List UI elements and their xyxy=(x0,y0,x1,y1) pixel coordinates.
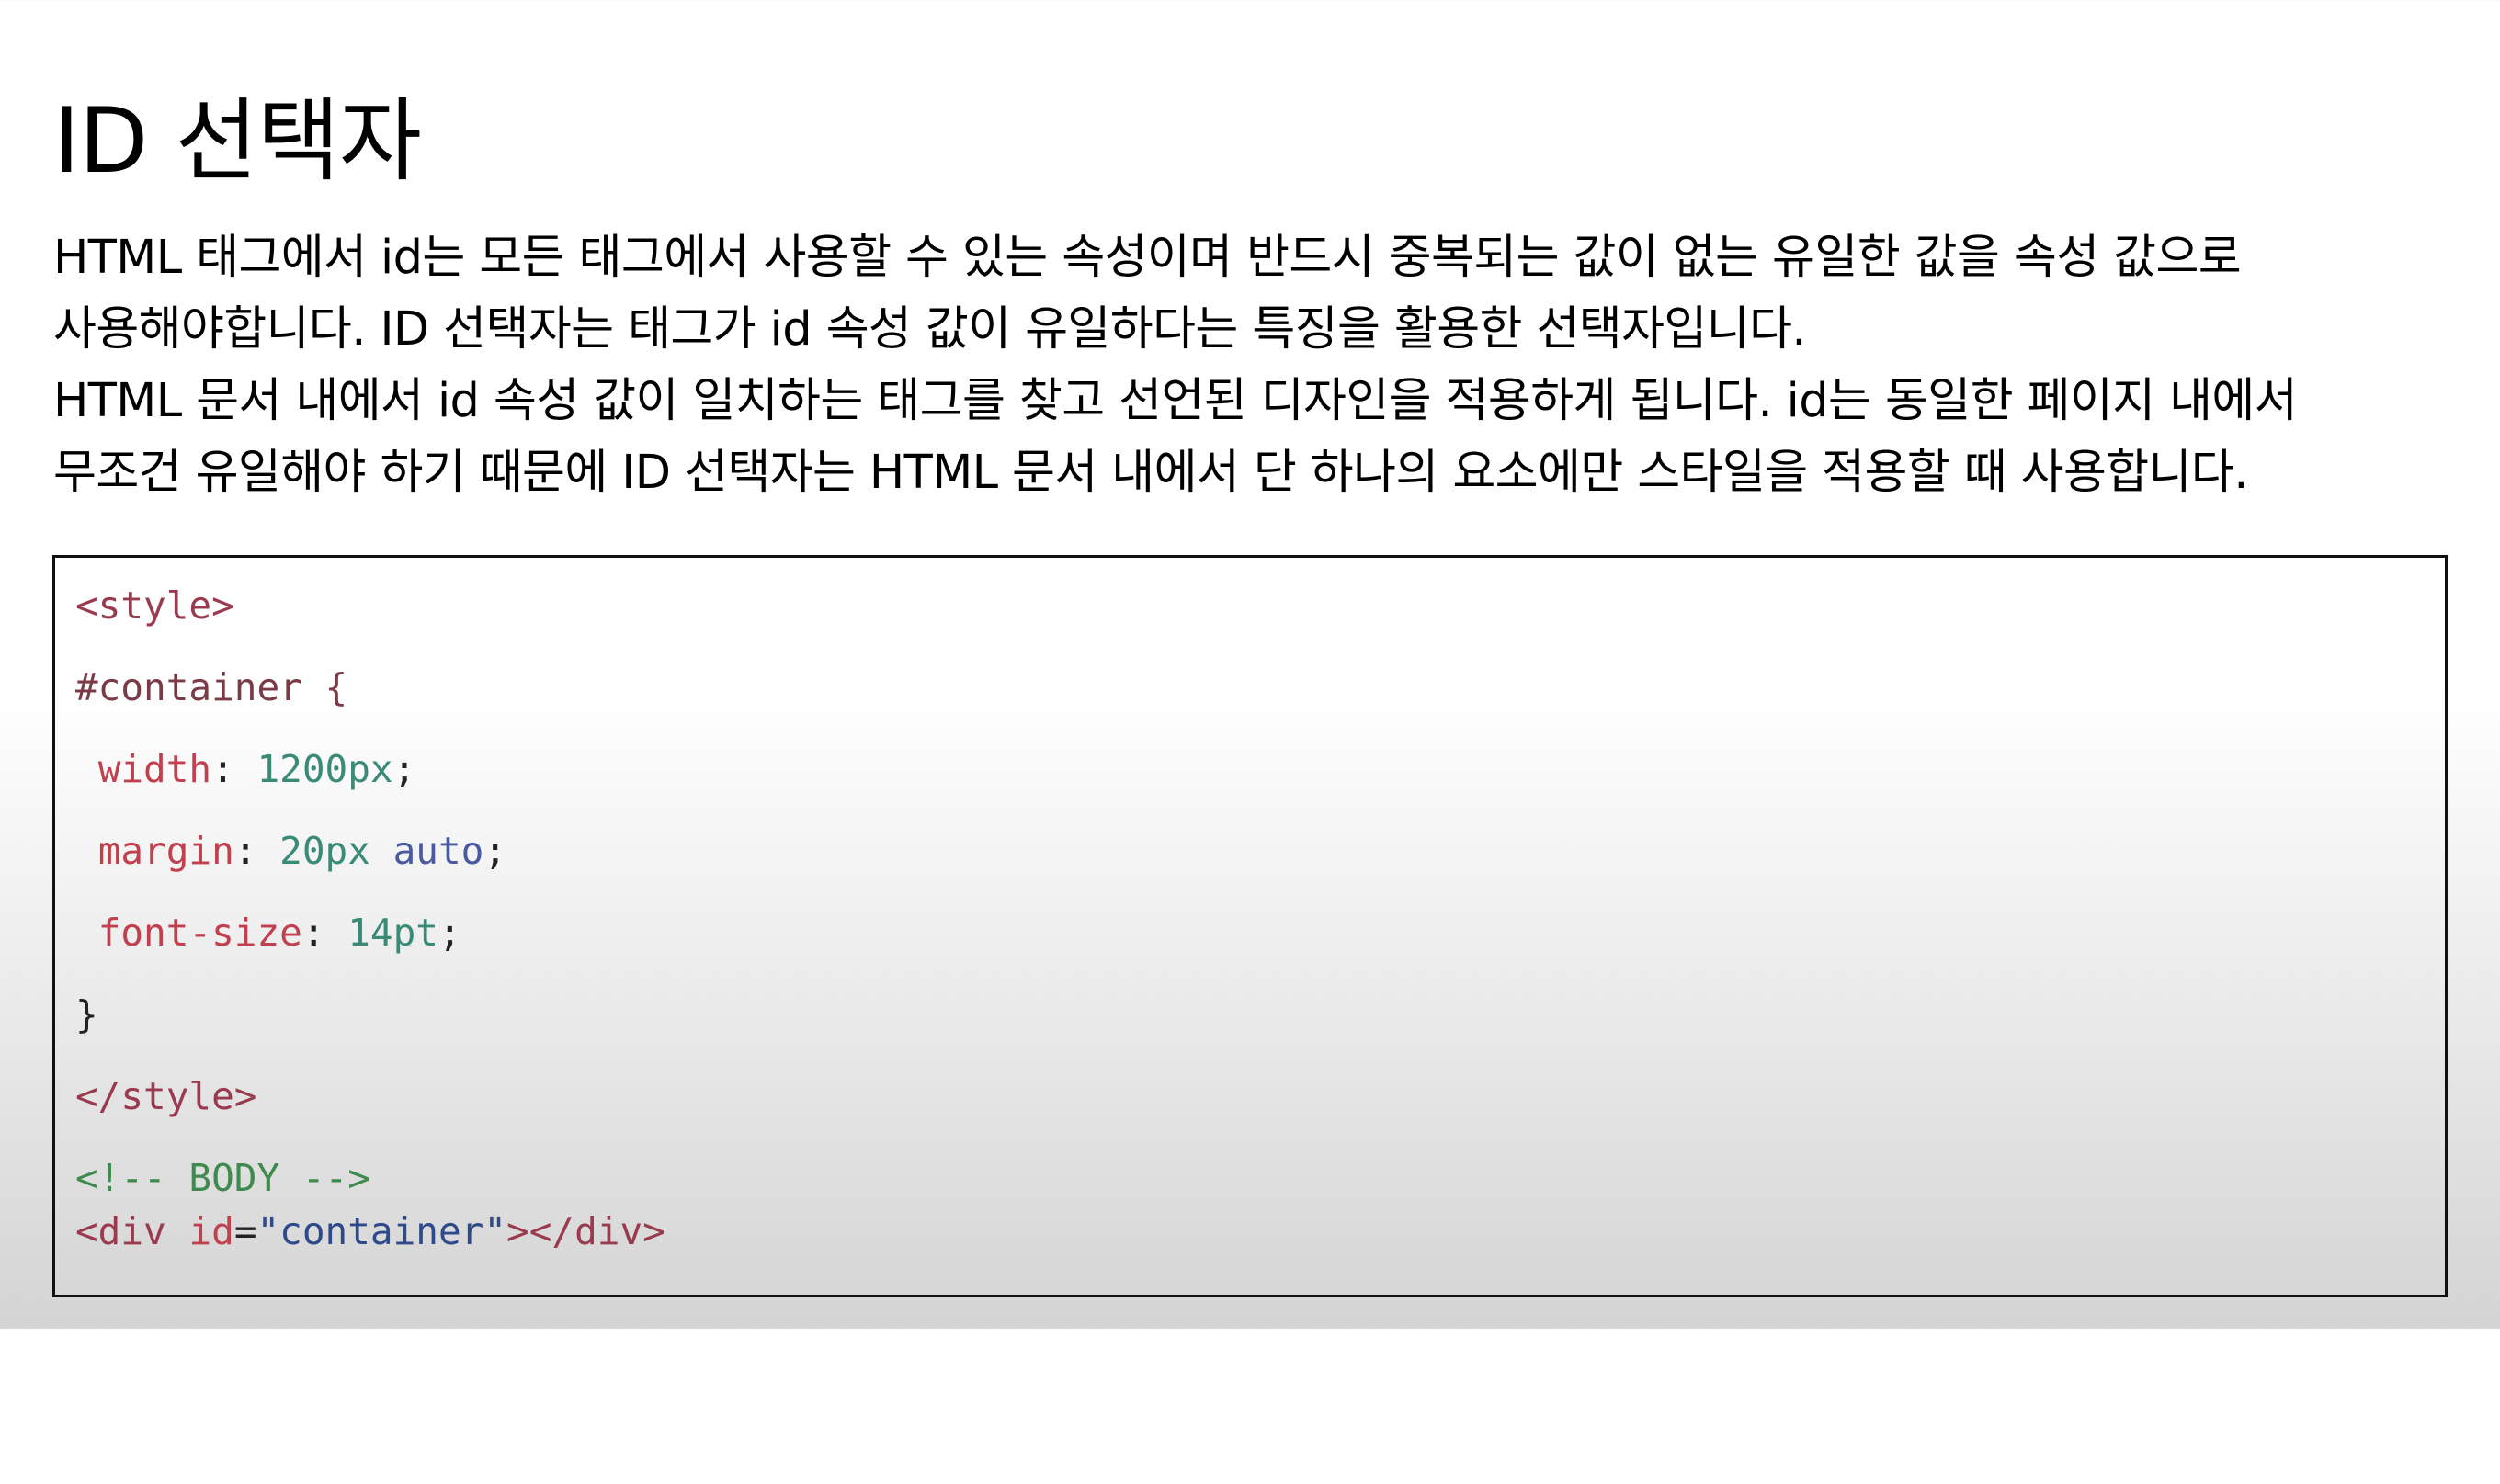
id-selector: #container { xyxy=(75,665,348,709)
description-paragraph: HTML 태그에서 id는 모든 태그에서 사용할 수 있는 속성이며 반드시 … xyxy=(53,222,2461,509)
description-line-1: HTML 태그에서 id는 모든 태그에서 사용할 수 있는 속성이며 반드시 … xyxy=(53,231,2242,285)
width-value: 1200px xyxy=(256,747,393,791)
description-line-2: 사용해야합니다. ID 선택자는 태그가 id 속성 값이 유일하다는 특징을 … xyxy=(53,302,1807,357)
font-size-property: font-size xyxy=(97,911,302,955)
slide: ID 선택자 HTML 태그에서 id는 모든 태그에서 사용할 수 있는 속성… xyxy=(0,0,2500,1329)
font-size-semicolon: ; xyxy=(438,911,461,955)
close-brace: } xyxy=(75,992,98,1037)
description-line-3: HTML 문서 내에서 id 속성 값이 일치하는 태그를 찾고 선언된 디자인… xyxy=(53,374,2298,428)
margin-value-keyword: auto xyxy=(392,829,484,873)
style-open-tag: <style> xyxy=(75,583,234,628)
margin-property: margin xyxy=(97,829,234,873)
width-semicolon: ; xyxy=(392,747,416,791)
margin-colon: : xyxy=(233,829,257,873)
code-line-selector: #container { xyxy=(75,665,347,709)
code-line-margin: margin: 20px auto; xyxy=(75,829,506,873)
code-line-comment: <!-- BODY --> xyxy=(75,1156,370,1200)
code-example-box: <style> #container { width: 1200px; marg… xyxy=(52,555,2448,1297)
div-open-tag: <div xyxy=(75,1209,166,1253)
description-line-4: 무조건 유일해야 하기 때문에 ID 선택자는 HTML 문서 내에서 단 하나… xyxy=(53,446,2248,500)
body-comment: <!-- BODY --> xyxy=(75,1156,370,1200)
margin-semicolon: ; xyxy=(483,829,507,873)
div-equals: = xyxy=(233,1209,257,1253)
div-id-value: "container" xyxy=(256,1209,507,1253)
font-size-colon: : xyxy=(301,911,325,955)
width-property: width xyxy=(97,747,212,791)
code-line-close-brace: } xyxy=(75,992,98,1037)
code-block: <style> #container { width: 1200px; marg… xyxy=(75,558,665,1484)
font-size-value: 14pt xyxy=(347,911,438,955)
style-close-tag: </style> xyxy=(75,1074,257,1118)
code-line-style-close: </style> xyxy=(75,1074,256,1118)
margin-value-number: 20px xyxy=(279,829,370,873)
code-line-width: width: 1200px; xyxy=(75,747,416,791)
div-id-attribute: id xyxy=(188,1209,234,1253)
div-close-tag: ></div> xyxy=(506,1209,665,1253)
slide-title: ID 선택자 xyxy=(53,88,422,194)
code-line-div: <div id="container"></div> xyxy=(75,1209,665,1253)
width-colon: : xyxy=(211,747,234,791)
code-line-font-size: font-size: 14pt; xyxy=(75,911,461,955)
code-line-style-open: <style> xyxy=(75,583,234,628)
